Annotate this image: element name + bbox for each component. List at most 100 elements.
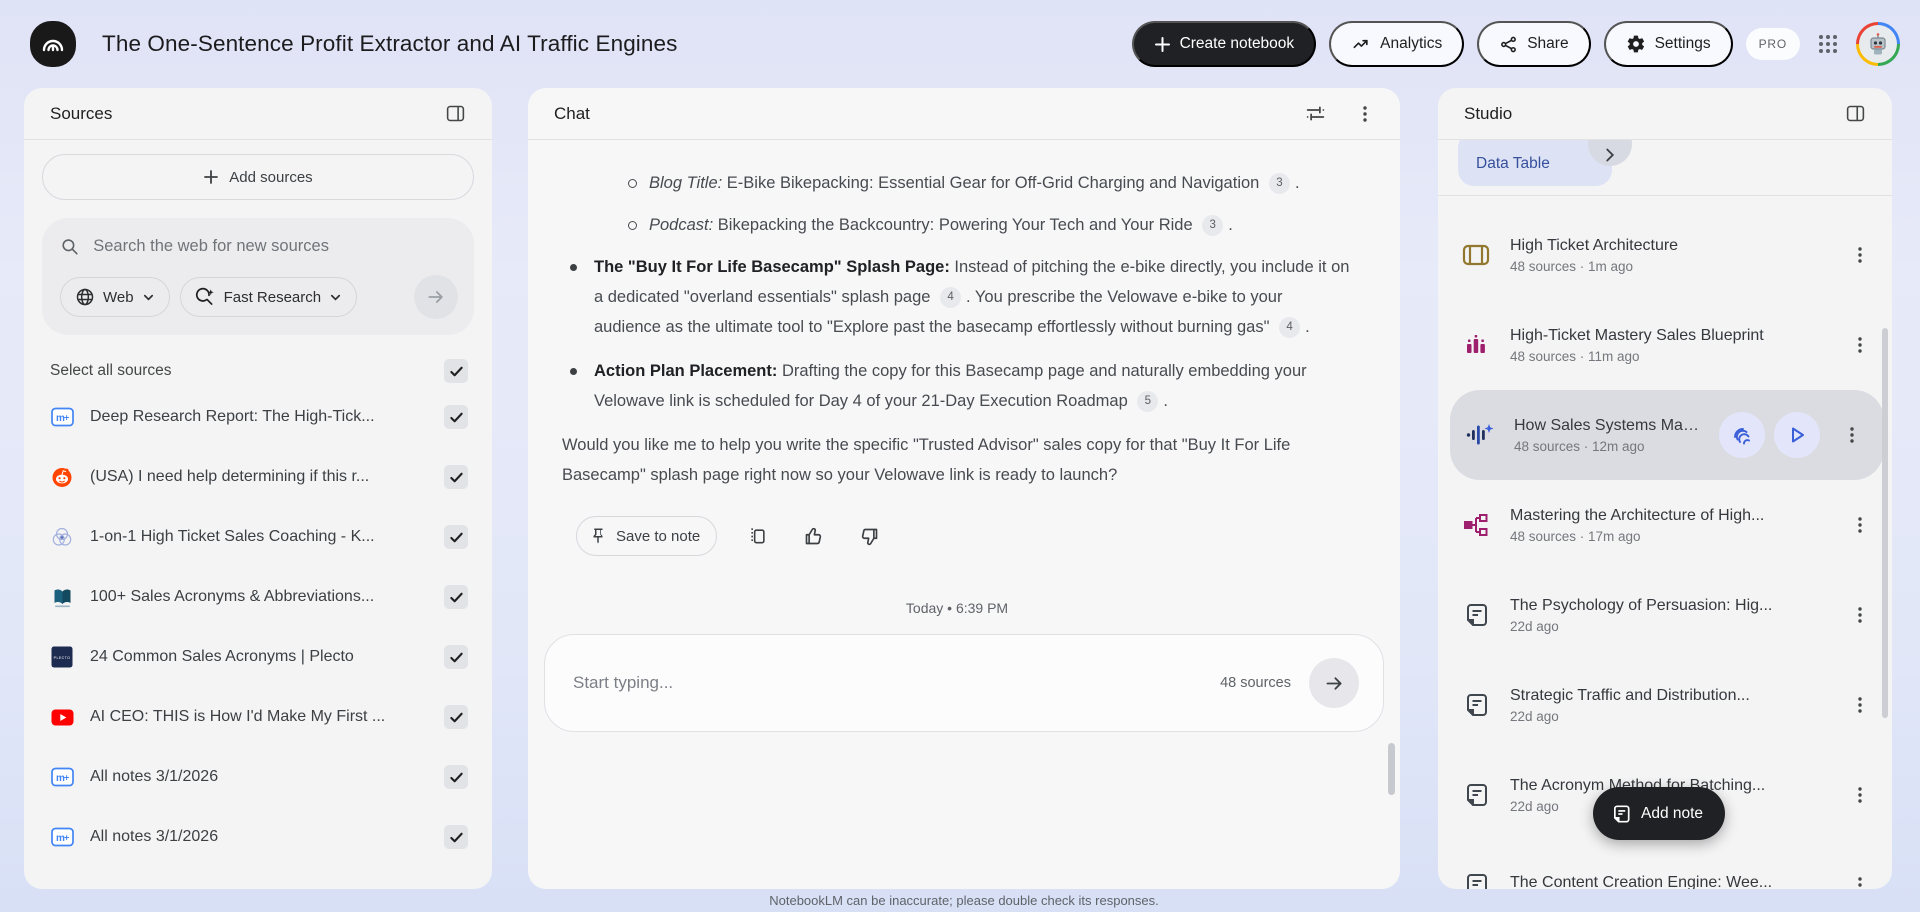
- plus-icon: [1154, 36, 1171, 53]
- studio-item[interactable]: Strategic Traffic and Distribution... 22…: [1438, 660, 1892, 750]
- source-item[interactable]: m+ All notes 3/1/2026: [42, 807, 474, 867]
- web-filter-dropdown[interactable]: Web: [60, 277, 170, 317]
- source-item[interactable]: 100+ Sales Acronyms & Abbreviations...: [42, 567, 474, 627]
- svg-text:+: +: [64, 773, 69, 783]
- analytics-button[interactable]: Analytics: [1329, 21, 1464, 67]
- bar-chart-icon: [1460, 333, 1492, 357]
- research-mode-dropdown[interactable]: Fast Research: [180, 277, 358, 317]
- notebook-title[interactable]: The One-Sentence Profit Extractor and AI…: [102, 31, 677, 57]
- studio-item[interactable]: High Ticket Architecture 48 sources · 1m…: [1438, 210, 1892, 300]
- add-sources-button[interactable]: Add sources: [42, 154, 474, 200]
- collapse-panel-icon[interactable]: [441, 99, 470, 128]
- share-icon: [1499, 35, 1518, 54]
- youtube-icon: [50, 709, 74, 726]
- play-button[interactable]: [1774, 412, 1820, 458]
- copy-icon[interactable]: [744, 522, 772, 550]
- source-item[interactable]: m+ All notes 3/1/2026: [42, 747, 474, 807]
- chat-closing-question: Would you like me to help you write the …: [562, 430, 1354, 490]
- analytics-icon: [1351, 34, 1371, 54]
- citation-chip[interactable]: 3: [1269, 173, 1290, 194]
- book-icon: [50, 587, 74, 608]
- add-note-button[interactable]: Add note: [1593, 787, 1725, 840]
- interactive-mode-button[interactable]: [1719, 412, 1765, 458]
- source-checkbox[interactable]: [444, 765, 468, 789]
- source-count-label: 48 sources: [1220, 675, 1291, 691]
- source-item[interactable]: m+ Deep Research Report: The High-Tick..…: [42, 387, 474, 447]
- note-doc-icon: [1460, 692, 1492, 718]
- chat-input[interactable]: [573, 673, 1220, 693]
- studio-item-selected[interactable]: How Sales Systems Map... 48 sources · 12…: [1450, 390, 1884, 480]
- pro-badge: PRO: [1746, 28, 1800, 60]
- gear-icon: [1626, 34, 1646, 54]
- arrow-right-icon: [426, 287, 446, 307]
- studio-item[interactable]: The Psychology of Persuasion: Hig... 22d…: [1438, 570, 1892, 660]
- select-all-checkbox[interactable]: [444, 359, 468, 383]
- search-input[interactable]: [93, 237, 458, 256]
- studio-item[interactable]: The Content Creation Engine: Wee...: [1438, 840, 1892, 889]
- chat-message: Blog Title: E-Bike Bikepacking: Essentia…: [528, 140, 1400, 616]
- save-to-note-button[interactable]: Save to note: [576, 516, 717, 556]
- item-more-options-icon[interactable]: [1848, 692, 1872, 718]
- studio-list: High Ticket Architecture 48 sources · 1m…: [1438, 196, 1892, 889]
- source-item[interactable]: 1-on-1 High Ticket Sales Coaching - K...: [42, 507, 474, 567]
- item-more-options-icon[interactable]: [1848, 512, 1872, 538]
- source-checkbox[interactable]: [444, 525, 468, 549]
- web-search-card: Web Fast Research: [42, 218, 474, 335]
- thumbs-up-icon[interactable]: [799, 522, 828, 551]
- item-more-options-icon[interactable]: [1848, 332, 1872, 358]
- citation-chip[interactable]: 4: [1279, 317, 1300, 338]
- chat-sub-bullet: Podcast: Bikepacking the Backcountry: Po…: [562, 210, 1354, 240]
- share-button[interactable]: Share: [1477, 21, 1590, 67]
- send-button[interactable]: [1309, 658, 1359, 708]
- source-checkbox[interactable]: [444, 645, 468, 669]
- chat-timestamp: Today • 6:39 PM: [562, 600, 1352, 616]
- citation-chip[interactable]: 5: [1137, 391, 1158, 412]
- item-more-options-icon[interactable]: [1848, 872, 1872, 889]
- studio-panel-title: Studio: [1464, 104, 1512, 124]
- source-checkbox[interactable]: [444, 825, 468, 849]
- source-checkbox[interactable]: [444, 585, 468, 609]
- chat-settings-icon[interactable]: [1301, 99, 1330, 128]
- search-submit-button[interactable]: [414, 275, 458, 319]
- item-more-options-icon[interactable]: [1848, 242, 1872, 268]
- studio-panel: Studio Data Table High Ticket Architectu…: [1438, 88, 1892, 889]
- apps-grid-icon[interactable]: [1813, 29, 1843, 59]
- avatar[interactable]: [1856, 22, 1900, 66]
- collapse-panel-icon[interactable]: [1841, 99, 1870, 128]
- table-icon: [1460, 244, 1492, 266]
- play-icon: [1787, 425, 1807, 445]
- source-item[interactable]: AI CEO: THIS is How I'd Make My First ..…: [42, 687, 474, 747]
- chat-more-options-icon[interactable]: [1352, 101, 1378, 127]
- item-more-options-icon[interactable]: [1848, 602, 1872, 628]
- note-doc-icon: [1460, 782, 1492, 808]
- studio-item[interactable]: Mastering the Architecture of High... 48…: [1438, 480, 1892, 570]
- studio-chip-row: Data Table: [1438, 140, 1892, 196]
- audio-overview-icon: [1464, 422, 1496, 448]
- search-icon: [60, 236, 79, 257]
- item-more-options-icon[interactable]: [1848, 782, 1872, 808]
- select-all-label: Select all sources: [50, 362, 171, 380]
- citation-chip[interactable]: 4: [940, 287, 961, 308]
- source-checkbox[interactable]: [444, 465, 468, 489]
- item-more-options-icon[interactable]: [1840, 422, 1864, 448]
- citation-chip[interactable]: 3: [1202, 215, 1223, 236]
- thumbs-down-icon[interactable]: [855, 522, 884, 551]
- notebooklm-note-icon: m+: [50, 767, 74, 787]
- notebooklm-logo-icon[interactable]: [30, 21, 76, 67]
- chat-input-bar: 48 sources: [544, 634, 1384, 732]
- disclaimer-text: NotebookLM can be inaccurate; please dou…: [528, 893, 1400, 908]
- settings-button[interactable]: Settings: [1604, 21, 1733, 67]
- source-item[interactable]: (USA) I need help determining if this r.…: [42, 447, 474, 507]
- studio-item[interactable]: High-Ticket Mastery Sales Blueprint 48 s…: [1438, 300, 1892, 390]
- studio-scrollbar[interactable]: [1882, 328, 1888, 718]
- source-checkbox[interactable]: [444, 705, 468, 729]
- chevron-down-icon: [142, 291, 155, 304]
- chat-scrollbar[interactable]: [1388, 743, 1395, 795]
- source-item[interactable]: PLECTO 24 Common Sales Acronyms | Plecto: [42, 627, 474, 687]
- plecto-icon: PLECTO: [50, 646, 74, 668]
- source-checkbox[interactable]: [444, 405, 468, 429]
- notebooklm-note-icon: m+: [50, 827, 74, 847]
- note-doc-icon: [1460, 872, 1492, 889]
- svg-text:+: +: [64, 833, 69, 843]
- create-notebook-button[interactable]: Create notebook: [1132, 21, 1317, 67]
